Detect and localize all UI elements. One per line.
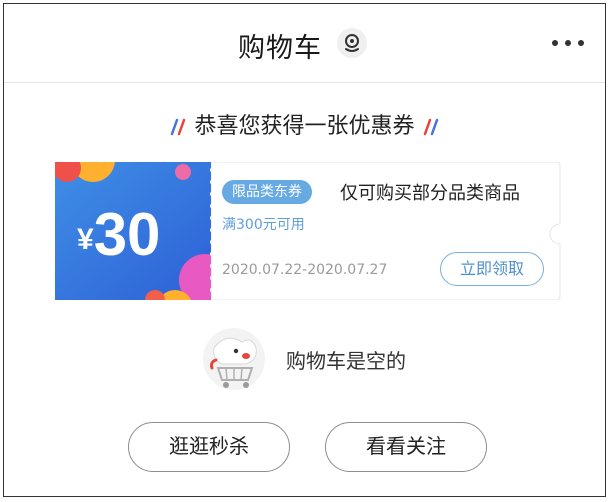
location-pin-icon[interactable]: [337, 28, 367, 58]
header-bar: 购物车: [4, 4, 605, 83]
coupon-amount: ¥30: [77, 200, 160, 269]
coupon-congrats-banner: 恭喜您获得一张优惠券: [4, 108, 605, 140]
coupon-amount-value: 30: [93, 201, 161, 268]
claim-coupon-button[interactable]: 立即领取: [440, 252, 544, 286]
empty-cart-text: 购物车是空的: [286, 349, 406, 373]
app-frame: 购物车 恭喜您获得一张优惠券 ¥30 限品类东券 仅可购买部分品类商品 满300…: [3, 3, 606, 497]
browse-flash-sale-button[interactable]: 逛逛秒杀: [128, 422, 290, 472]
decoration-slash-icon: [423, 118, 438, 136]
coupon-card: ¥30 限品类东券 仅可购买部分品类商品 满300元可用 2020.07.22-…: [55, 162, 564, 300]
page-title: 购物车: [238, 33, 322, 64]
currency-symbol: ¥: [77, 223, 94, 256]
coupon-validity: 2020.07.22-2020.07.27: [222, 262, 388, 278]
coupon-condition: 满300元可用: [222, 217, 305, 233]
congrats-text: 恭喜您获得一张优惠券: [194, 114, 415, 139]
more-dots-icon[interactable]: [548, 28, 588, 58]
decoration-slash-icon: [171, 118, 186, 136]
coupon-category-tag: 限品类东券: [222, 180, 312, 204]
coupon-description: 仅可购买部分品类商品: [340, 183, 520, 204]
view-followed-button[interactable]: 看看关注: [325, 422, 487, 472]
cart-mascot-icon: [196, 326, 272, 392]
coupon-amount-panel: ¥30: [55, 162, 213, 300]
